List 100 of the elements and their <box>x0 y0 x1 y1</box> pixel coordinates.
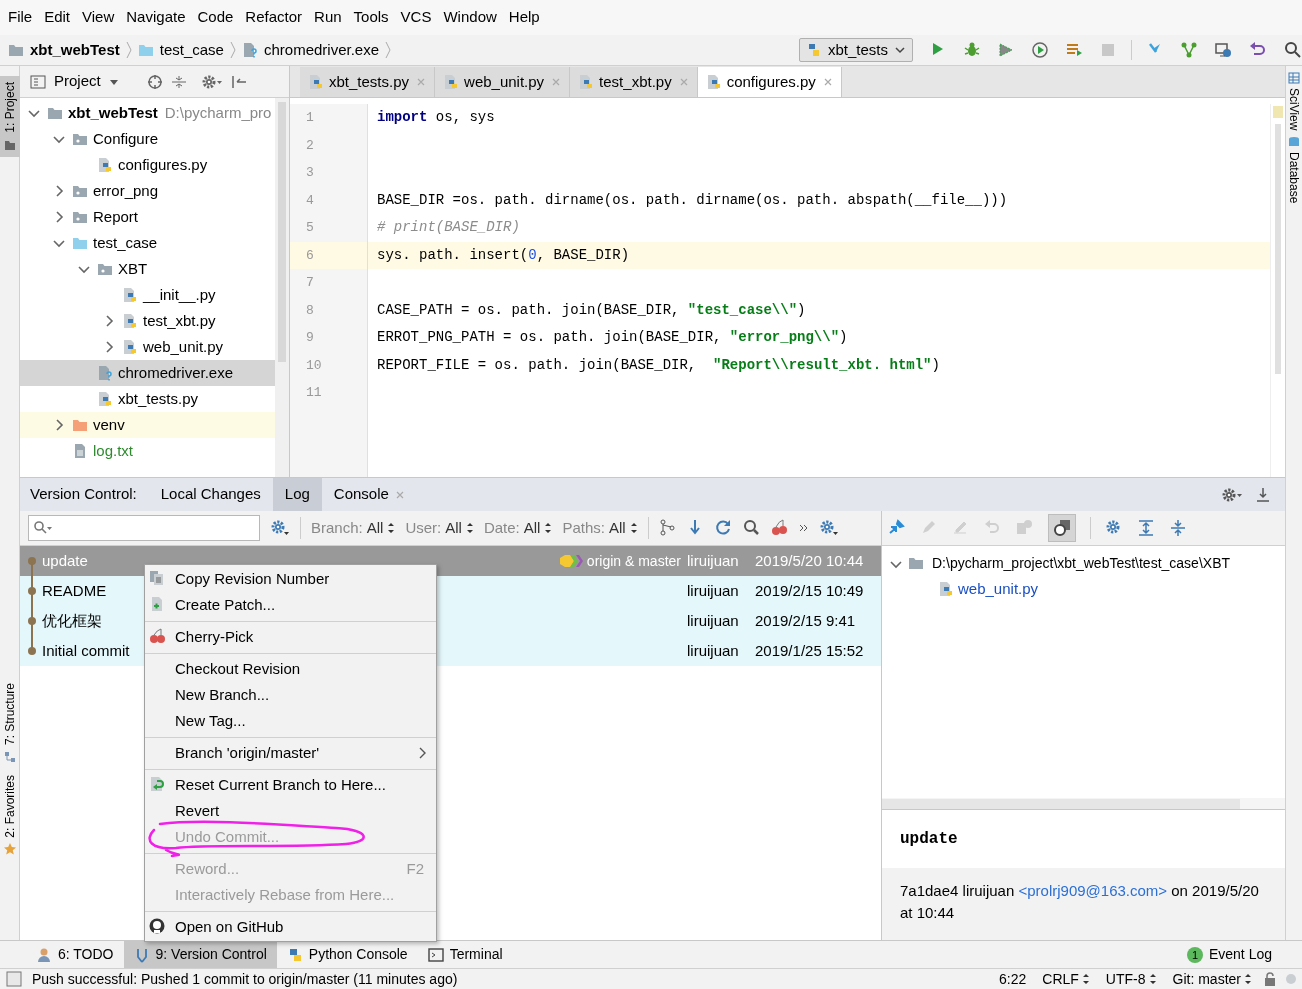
editor-tab[interactable]: test_xbt.py <box>570 67 698 97</box>
download-icon[interactable] <box>1255 486 1271 503</box>
tree-item[interactable]: venv <box>20 412 275 438</box>
menu-item[interactable]: Open on GitHub <box>145 914 436 940</box>
concurrency-icon[interactable] <box>1065 41 1083 59</box>
filter-dropdown[interactable]: Paths: All <box>562 516 638 540</box>
search-field[interactable] <box>28 515 260 541</box>
status-toggle-icon[interactable] <box>6 971 22 987</box>
menu-item[interactable]: Navigate <box>120 2 192 33</box>
email-link[interactable]: <prolrj909@163.com> <box>1018 882 1168 899</box>
code-line: ERROT_PNG_PATH = os. path. join(BASE_DIR, "error_png\\") <box>377 328 848 348</box>
close-icon[interactable] <box>678 77 689 87</box>
menu-item[interactable]: Window <box>437 2 503 33</box>
tree-item[interactable]: test_xbt.py <box>20 308 275 334</box>
coverage-icon[interactable] <box>997 41 1015 59</box>
run-configuration-dropdown[interactable]: xbt_tests <box>798 38 913 62</box>
menu-item[interactable]: File <box>2 2 39 33</box>
event-log-button[interactable]: 1 Event Log <box>1186 944 1272 965</box>
tree-item[interactable]: web_unit.py <box>882 576 1285 602</box>
cherry-icon[interactable] <box>770 519 789 537</box>
settings-icon[interactable] <box>818 519 839 537</box>
tool-window-stripe-button[interactable]: SciView <box>1285 72 1302 131</box>
close-icon[interactable] <box>822 77 833 87</box>
close-icon[interactable] <box>416 77 427 87</box>
editor-tab[interactable]: configures.py <box>697 67 842 97</box>
menu-item[interactable]: Run <box>308 2 348 33</box>
menu-item[interactable]: Tools <box>347 2 395 33</box>
tree-item[interactable]: D:\pycharm_project\xbt_webTest\test_case\XBT <box>882 550 1285 576</box>
menu-item[interactable]: Revert <box>145 798 436 824</box>
locate-icon[interactable] <box>146 73 163 90</box>
preview-toggle[interactable] <box>1048 514 1076 542</box>
scrollbar-thumb[interactable] <box>882 799 1240 809</box>
branches-icon[interactable] <box>658 519 677 537</box>
search-icon[interactable] <box>1284 41 1302 59</box>
tree-item[interactable]: web_unit.py <box>20 334 275 360</box>
pin-icon[interactable] <box>888 519 906 537</box>
tree-item[interactable]: xbt_tests.py <box>20 386 275 412</box>
search-icon[interactable] <box>742 519 761 537</box>
tree-item[interactable]: configures.py <box>20 152 275 178</box>
panel-tab[interactable]: Log <box>272 478 322 511</box>
scrollbar-thumb[interactable] <box>1275 124 1281 374</box>
expand-all-icon[interactable] <box>1137 519 1155 537</box>
status-bar-widget[interactable]: UTF-8 <box>1097 968 1165 989</box>
settings-icon[interactable] <box>270 519 290 537</box>
tree-item[interactable]: test_case <box>20 230 275 256</box>
menu-item[interactable]: Branch 'origin/master' <box>145 740 436 766</box>
vcs-commit-icon[interactable] <box>1180 41 1198 59</box>
tool-window-stripe-button[interactable]: 7: Structure <box>0 676 20 769</box>
breadcrumb[interactable]: xbt_webTest <box>6 35 122 65</box>
tree-item[interactable]: __init__.py <box>20 282 275 308</box>
breadcrumb[interactable]: test_case <box>135 35 226 65</box>
filter-dropdown[interactable]: Date: All <box>483 516 553 540</box>
settings-icon[interactable] <box>1221 486 1243 503</box>
panel-title[interactable]: Project <box>54 70 101 93</box>
editor-tab[interactable]: xbt_tests.py <box>300 67 436 97</box>
profile-icon[interactable] <box>1031 41 1049 59</box>
tree-item[interactable]: Report <box>20 204 275 230</box>
tool-window-tab[interactable]: 9: Version Control <box>123 940 277 969</box>
bug-icon[interactable] <box>963 41 981 59</box>
menu-item[interactable]: New Tag... <box>145 708 436 734</box>
tree-item[interactable]: Configure <box>20 126 275 152</box>
panel-tab[interactable]: Local Changes <box>148 478 273 511</box>
menu-item[interactable]: Refactor <box>239 2 309 33</box>
filter-dropdown[interactable]: Branch: All <box>311 516 396 540</box>
menu-item[interactable]: Edit <box>38 2 77 33</box>
menu-item[interactable]: View <box>76 2 121 33</box>
status-bar-widget[interactable]: 6:22 <box>991 968 1035 989</box>
more-icon[interactable] <box>798 523 809 533</box>
refresh-icon[interactable] <box>714 519 733 537</box>
line-number: 3 <box>305 164 315 182</box>
tree-item[interactable]: chromedriver.exe <box>20 360 275 386</box>
hide-panel-icon[interactable] <box>230 73 247 90</box>
scrollbar-thumb[interactable] <box>278 102 286 362</box>
history-icon[interactable] <box>1214 41 1232 59</box>
close-icon[interactable] <box>551 77 562 87</box>
collapse-all-icon[interactable] <box>1169 519 1187 537</box>
panel-tab[interactable]: Console <box>321 478 417 511</box>
tool-window-stripe-button[interactable]: Database <box>1285 136 1302 204</box>
filter-dropdown[interactable]: User: All <box>405 516 474 540</box>
tree-item[interactable]: xbt_webTest D:\pycharm_pro <box>20 100 275 126</box>
tree-item[interactable]: error_png <box>20 178 275 204</box>
tool-window-stripe-button[interactable]: 2: Favorites <box>0 768 20 862</box>
status-bar-widget[interactable]: Git: master <box>1164 968 1260 989</box>
settings-icon[interactable] <box>200 73 223 90</box>
tool-window-tab[interactable]: Python Console <box>276 940 418 969</box>
menu-item[interactable]: Reset Current Branch to Here... <box>145 772 436 798</box>
tool-window-stripe-button[interactable]: 1: Project <box>0 76 20 157</box>
menu-item[interactable]: VCS <box>394 2 438 33</box>
breadcrumb[interactable]: chromedriver.exe <box>239 35 382 65</box>
menu-item[interactable]: New Branch... <box>145 682 436 708</box>
tree-item[interactable]: XBT <box>20 256 275 282</box>
close-icon[interactable] <box>394 489 405 500</box>
tree-item[interactable]: log.txt <box>20 438 275 464</box>
status-bar-widget[interactable]: CRLF <box>1034 968 1098 989</box>
tool-window-tab[interactable]: 6: TODO <box>26 940 124 969</box>
collapse-icon[interactable] <box>170 73 187 90</box>
tool-window-tab[interactable]: Terminal <box>417 940 513 969</box>
editor-tab[interactable]: web_unit.py <box>435 67 571 97</box>
menu-item[interactable]: Code <box>191 2 240 33</box>
menu-item[interactable]: Help <box>502 2 546 33</box>
